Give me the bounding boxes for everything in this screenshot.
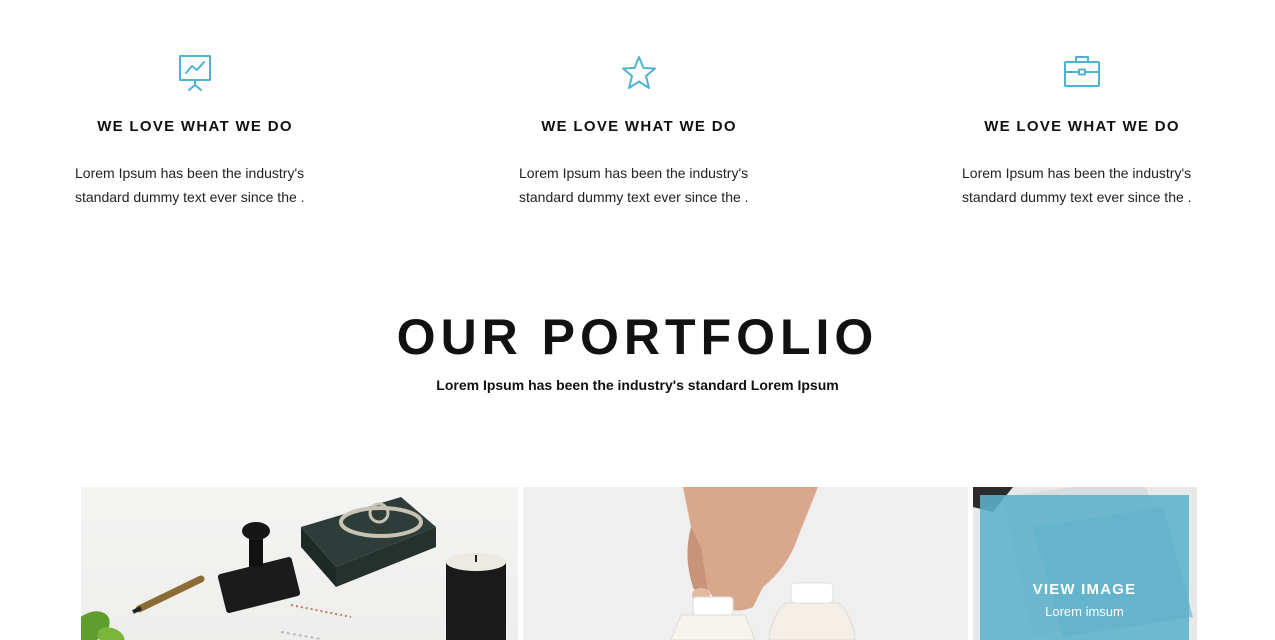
portfolio-item-cards[interactable]: VIEW IMAGE Lorem imsum	[973, 487, 1197, 640]
view-image-link[interactable]: VIEW IMAGE	[980, 581, 1189, 598]
stationery-mockup-image	[81, 497, 506, 640]
milk-bottles-image	[670, 487, 856, 640]
presentation-chart-icon	[45, 54, 345, 98]
briefcase-icon	[932, 54, 1232, 98]
feature-title: WE LOVE WHAT WE DO	[541, 118, 737, 135]
feature-title: WE LOVE WHAT WE DO	[984, 118, 1180, 135]
overlay-caption: Lorem imsum	[1045, 604, 1124, 619]
feature-block: WE LOVE WHAT WE DO Lorem Ipsum has been …	[932, 54, 1232, 209]
portfolio-title: OUR PORTFOLIO	[396, 309, 879, 365]
feature-title: WE LOVE WHAT WE DO	[97, 118, 293, 135]
feature-text: Lorem Ipsum has been the industry's stan…	[962, 165, 1192, 205]
feature-text: Lorem Ipsum has been the industry's stan…	[519, 165, 749, 205]
portfolio-item-bottles[interactable]	[523, 487, 968, 640]
portfolio-item-stationery[interactable]	[81, 487, 518, 640]
star-icon	[489, 54, 789, 98]
feature-block: WE LOVE WHAT WE DO Lorem Ipsum has been …	[45, 54, 345, 209]
feature-text: Lorem Ipsum has been the industry's stan…	[75, 165, 305, 205]
view-image-overlay[interactable]: VIEW IMAGE Lorem imsum	[980, 495, 1189, 640]
feature-block: WE LOVE WHAT WE DO Lorem Ipsum has been …	[489, 54, 789, 209]
portfolio-subtitle: Lorem Ipsum has been the industry's stan…	[436, 377, 839, 393]
